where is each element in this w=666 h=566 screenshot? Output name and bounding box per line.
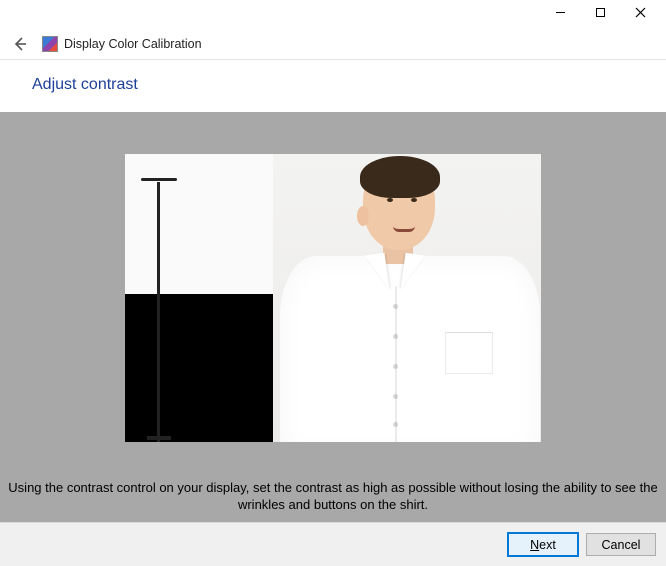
- page-heading: Adjust contrast: [0, 60, 666, 112]
- footer: Next Cancel: [0, 522, 666, 566]
- app-icon: [42, 36, 58, 52]
- preview-area: Using the contrast control on your displ…: [0, 112, 666, 522]
- instruction-text: Using the contrast control on your displ…: [0, 479, 666, 514]
- maximize-button[interactable]: [580, 0, 620, 24]
- close-button[interactable]: [620, 0, 660, 24]
- titlebar: [0, 0, 666, 32]
- header-bar: Display Color Calibration: [0, 32, 666, 60]
- contrast-sample-image: [125, 154, 541, 442]
- minimize-button[interactable]: [540, 0, 580, 24]
- cancel-button[interactable]: Cancel: [586, 533, 656, 556]
- next-button[interactable]: Next: [508, 533, 578, 556]
- back-button[interactable]: [8, 32, 32, 56]
- window-title: Display Color Calibration: [64, 37, 202, 51]
